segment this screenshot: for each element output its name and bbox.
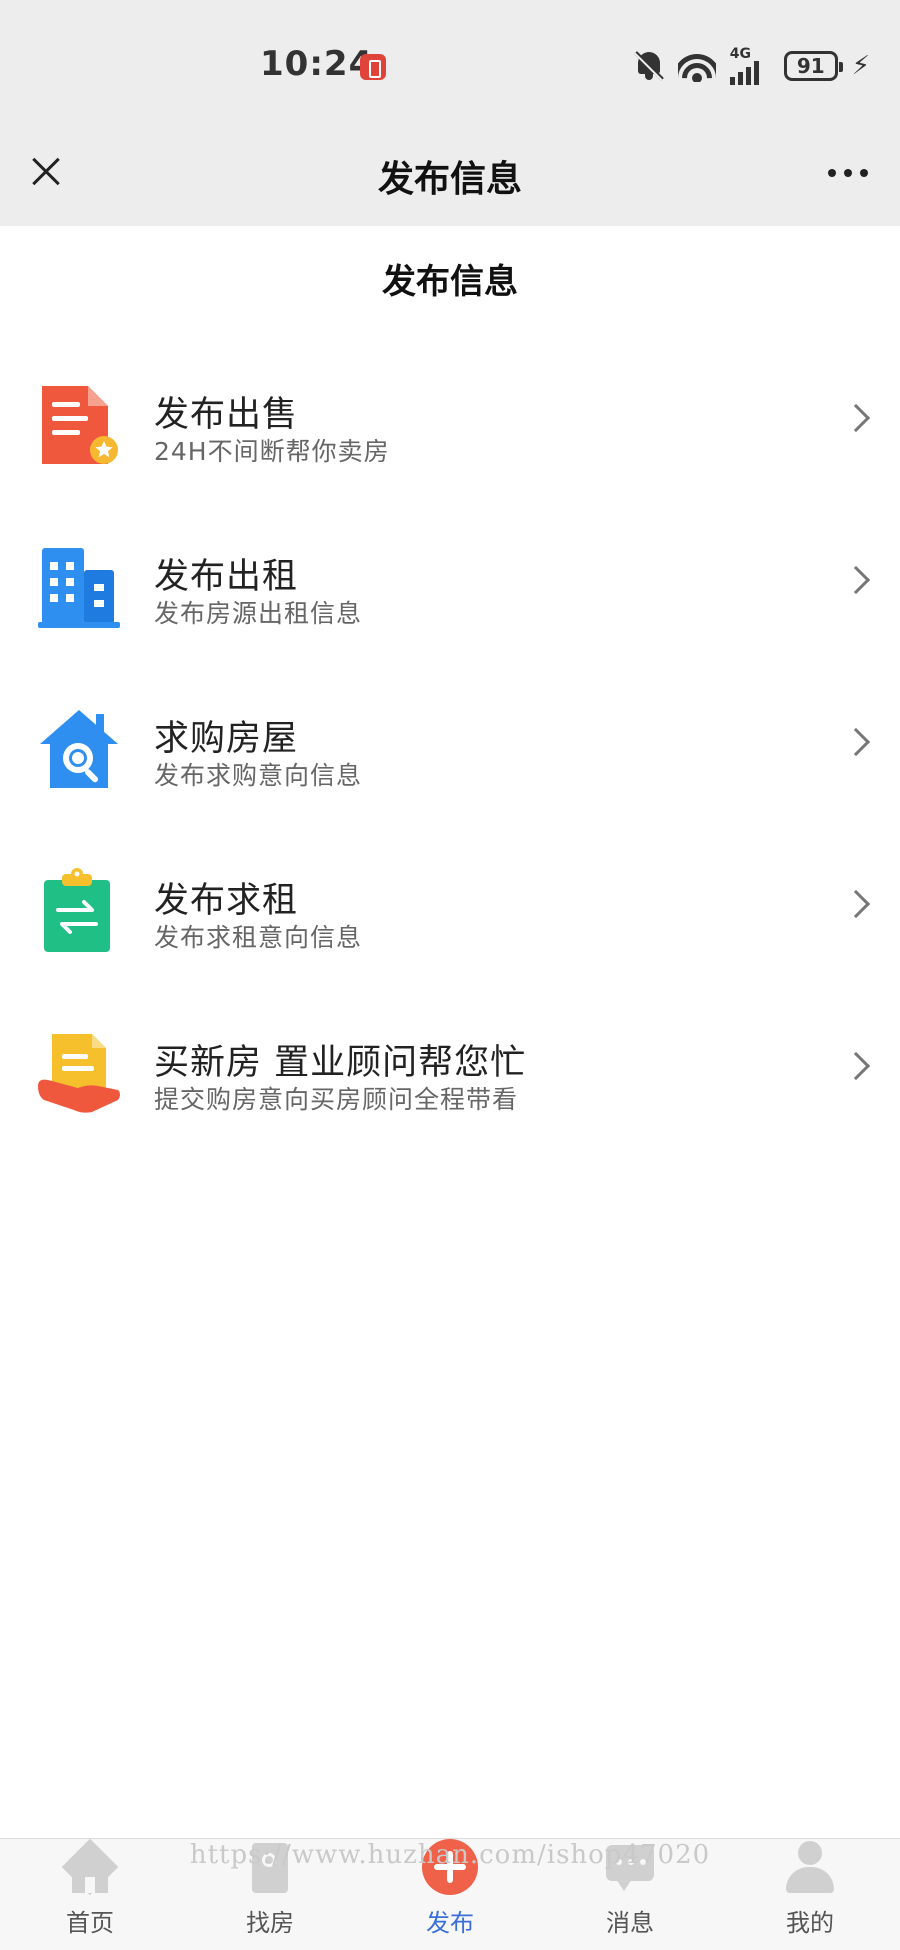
tab-label: 我的	[786, 1909, 834, 1937]
tab-label: 消息	[606, 1909, 654, 1937]
mute-icon	[633, 50, 664, 82]
battery-level: 91	[796, 54, 825, 78]
chevron-right-icon	[841, 889, 871, 919]
wifi-icon	[677, 50, 716, 82]
battery-icon: 91	[783, 51, 843, 81]
clipboard-exchange-icon	[44, 868, 110, 952]
tab-label: 首页	[66, 1909, 114, 1937]
menu-item-title: 发布出租	[154, 557, 299, 597]
menu-item-title: 发布求租	[154, 881, 299, 921]
chevron-right-icon	[841, 1051, 871, 1081]
more-icon[interactable]	[820, 150, 876, 196]
charging-icon: ⚡	[851, 51, 870, 81]
watermark-text: https://www.huzhan.com/ishop47020	[189, 1840, 711, 1870]
chevron-right-icon	[841, 403, 871, 433]
menu-item-subtitle: 发布求租意向信息	[154, 923, 363, 952]
house-search-icon	[40, 710, 118, 788]
nav-bar: 发布信息	[0, 120, 900, 226]
menu-item-subtitle: 24H不间断帮你卖房	[154, 437, 390, 466]
page-title: 发布信息	[382, 262, 518, 302]
nav-title: 发布信息	[377, 159, 522, 200]
menu-item-subtitle: 提交购房意向买房顾问全程带看	[154, 1085, 519, 1114]
status-icons: 4G 91 ⚡	[633, 46, 870, 86]
status-time: 10:24	[260, 44, 374, 84]
menu-item-sell[interactable]: 发布出售 24H不间断帮你卖房	[0, 360, 900, 522]
menu-item-new-house[interactable]: 买新房 置业顾问帮您忙 提交购房意向买房顾问全程带看	[0, 1008, 900, 1170]
building-icon	[38, 548, 120, 628]
menu-item-rent-out[interactable]: 发布出租 发布房源出租信息	[0, 522, 900, 684]
sell-document-icon	[42, 386, 118, 464]
network-type: 4G	[729, 46, 751, 62]
document-hand-icon	[38, 1034, 120, 1113]
chevron-right-icon	[841, 727, 871, 757]
battery-alert-icon	[360, 54, 386, 80]
chevron-right-icon	[841, 565, 871, 595]
tab-label: 找房	[246, 1909, 294, 1937]
menu-item-title: 发布出售	[154, 395, 299, 435]
menu-item-title: 求购房屋	[154, 719, 299, 759]
publish-menu: 发布出售 24H不间断帮你卖房 发布出租 发布房源出租信息 求购房屋 发布求购意…	[0, 360, 900, 1170]
menu-item-subtitle: 发布房源出租信息	[154, 599, 363, 628]
status-bar: 10:24 4G 91 ⚡	[0, 0, 900, 120]
menu-item-seek-rental[interactable]: 发布求租 发布求租意向信息	[0, 846, 900, 1008]
tab-label: 发布	[426, 1909, 474, 1937]
menu-item-title: 买新房 置业顾问帮您忙	[154, 1043, 527, 1083]
menu-item-subtitle: 发布求购意向信息	[154, 761, 363, 790]
menu-item-buy-house[interactable]: 求购房屋 发布求购意向信息	[0, 684, 900, 846]
cellular-signal-icon: 4G	[729, 46, 770, 85]
